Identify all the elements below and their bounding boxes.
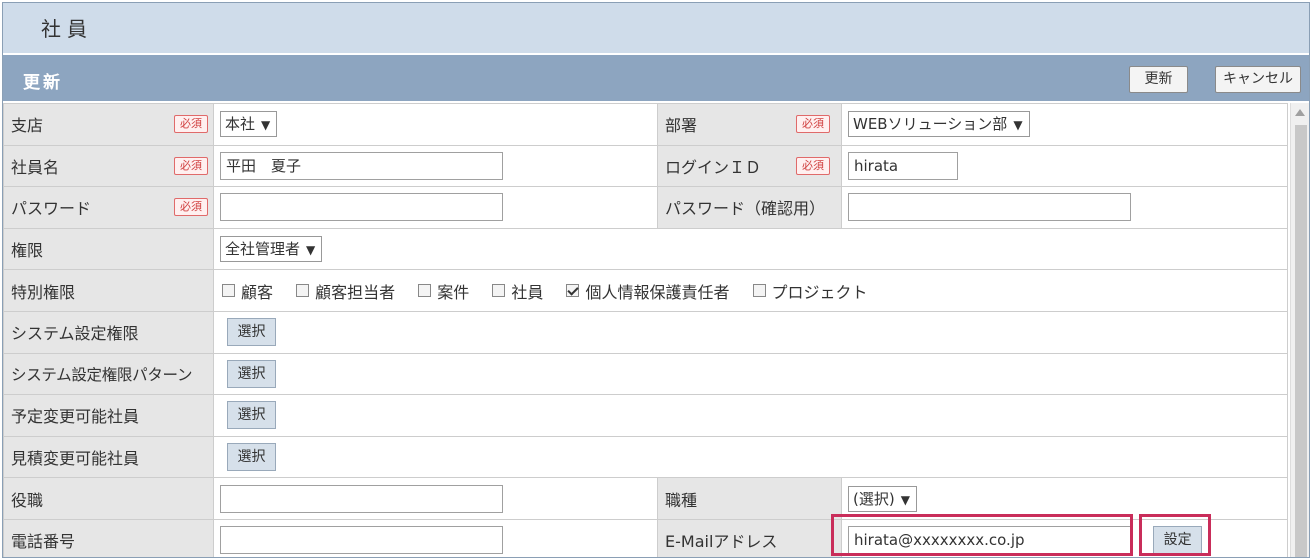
department-select-value: WEBソリューション部: [853, 115, 1008, 134]
checkbox-label: 案件: [437, 282, 470, 302]
form-row-schedule-editors: 予定変更可能社員 選択: [3, 394, 1288, 437]
password-confirm-input[interactable]: [848, 193, 1131, 222]
checkbox-project-case[interactable]: 案件: [418, 279, 469, 303]
checkbox-icon: [222, 284, 235, 298]
checkbox-employee[interactable]: 社員: [492, 279, 543, 303]
checkbox-customer-rep[interactable]: 顧客担当者: [296, 279, 395, 303]
job-type-select[interactable]: (選択) ▼: [848, 485, 917, 512]
special-authority-options: 顧客 顧客担当者 案件 社員 個人情報保護責任者 プロジェクト: [213, 269, 1288, 312]
cancel-button[interactable]: キャンセル: [1215, 66, 1301, 93]
section-title: 更新: [23, 73, 63, 93]
checkbox-checked-icon: [566, 284, 580, 298]
phone-input[interactable]: [220, 526, 503, 555]
authority-select[interactable]: 全社管理者 ▼: [220, 236, 323, 263]
password-input[interactable]: [220, 193, 503, 222]
required-badge: 必須: [796, 115, 830, 134]
system-settings-select-button[interactable]: 選択: [227, 318, 276, 347]
checkbox-label: プロジェクト: [771, 282, 868, 302]
employee-form: 支店 必須 本社 ▼ 部署 必須 WEBソリューション部 ▼ 社員名 必須 平田 夏…: [3, 103, 1288, 557]
dropdown-arrow-icon: ▼: [900, 492, 910, 507]
form-row-authority: 権限 全社管理者 ▼: [3, 227, 1288, 271]
branch-select-value: 本社: [225, 115, 256, 134]
schedule-editors-label: 予定変更可能社員: [11, 407, 140, 427]
schedule-editors-select-button[interactable]: 選択: [227, 401, 276, 430]
section-header: 更新 更新 キャンセル: [3, 55, 1309, 101]
system-settings-pattern-label: システム設定権限パターン: [11, 365, 193, 384]
checkbox-label: 顧客担当者: [315, 282, 396, 302]
checkbox-icon: [418, 284, 432, 298]
job-type-label: 職種: [665, 490, 698, 510]
title-bar: 社員: [3, 3, 1309, 53]
form-row-special-authority: 特別権限 顧客 顧客担当者 案件 社員 個人情報保護責任者 プロジェクト: [3, 269, 1288, 312]
employee-name-input[interactable]: 平田 夏子: [220, 151, 503, 180]
system-settings-pattern-select-button[interactable]: 選択: [227, 359, 276, 388]
required-badge: 必須: [796, 156, 830, 175]
estimate-editors-label: 見積変更可能社員: [11, 449, 140, 469]
form-row-password: パスワード 必須 パスワード（確認用）: [3, 186, 1288, 229]
update-button[interactable]: 更新: [1129, 66, 1188, 93]
branch-select[interactable]: 本社 ▼: [220, 111, 278, 138]
department-select[interactable]: WEBソリューション部 ▼: [848, 111, 1030, 138]
checkbox-icon: [752, 284, 766, 298]
checkbox-label: 社員: [511, 282, 544, 302]
checkbox-project[interactable]: プロジェクト: [752, 279, 868, 303]
system-settings-authority-label: システム設定権限: [11, 324, 139, 344]
scrollbar-thumb[interactable]: [1295, 125, 1307, 557]
page-title: 社員: [41, 17, 93, 41]
email-label: E-Mailアドレス: [665, 532, 778, 552]
phone-label: 電話番号: [11, 532, 76, 552]
required-badge: 必須: [174, 156, 208, 175]
email-input-highlight: [831, 514, 1133, 556]
position-label: 役職: [11, 490, 44, 510]
branch-label: 支店: [11, 116, 44, 136]
form-row-branch: 支店 必須 本社 ▼ 部署 必須 WEBソリューション部 ▼: [3, 103, 1288, 146]
authority-select-value: 全社管理者: [225, 240, 301, 259]
department-label: 部署: [665, 116, 698, 136]
job-type-select-value: (選択): [853, 489, 895, 508]
checkbox-icon: [492, 284, 506, 298]
scroll-up-icon[interactable]: [1295, 109, 1305, 116]
form-row-system-settings: システム設定権限 選択: [3, 310, 1288, 354]
department-label-cell: 部署 必須: [657, 103, 842, 146]
required-badge: 必須: [174, 115, 208, 134]
login-id-label: ログインＩＤ: [665, 157, 762, 177]
estimate-editors-select-button[interactable]: 選択: [227, 443, 276, 472]
position-input[interactable]: [220, 484, 503, 513]
checkbox-label: 顧客: [241, 282, 274, 302]
checkbox-customer[interactable]: 顧客: [222, 279, 273, 303]
authority-label: 権限: [11, 241, 44, 261]
checkbox-privacy-officer[interactable]: 個人情報保護責任者: [566, 279, 729, 303]
required-badge: 必須: [174, 198, 208, 217]
form-row-name: 社員名 必須 平田 夏子 ログインＩＤ 必須 hirata: [3, 144, 1288, 188]
email-set-button-highlight: [1139, 514, 1211, 556]
dropdown-arrow-icon: ▼: [1013, 118, 1023, 133]
vertical-scrollbar[interactable]: [1290, 103, 1309, 557]
login-id-input[interactable]: hirata: [848, 151, 958, 180]
employee-edit-window: 社員 更新 更新 キャンセル 支店 必須 本社 ▼ 部署 必須 WEBソリューシ…: [2, 2, 1310, 558]
form-row-system-settings-pattern: システム設定権限パターン 選択: [3, 352, 1288, 396]
dropdown-arrow-icon: ▼: [261, 118, 271, 133]
dropdown-arrow-icon: ▼: [306, 243, 316, 258]
form-row-estimate-editors: 見積変更可能社員 選択: [3, 435, 1288, 479]
checkbox-icon: [296, 284, 310, 298]
branch-label-cell: 支店 必須: [3, 103, 214, 146]
checkbox-label: 個人情報保護責任者: [585, 282, 730, 302]
special-authority-label: 特別権限: [11, 282, 76, 302]
password-confirm-label: パスワード（確認用）: [665, 199, 826, 219]
employee-name-label: 社員名: [11, 157, 60, 177]
password-label: パスワード: [11, 199, 92, 219]
